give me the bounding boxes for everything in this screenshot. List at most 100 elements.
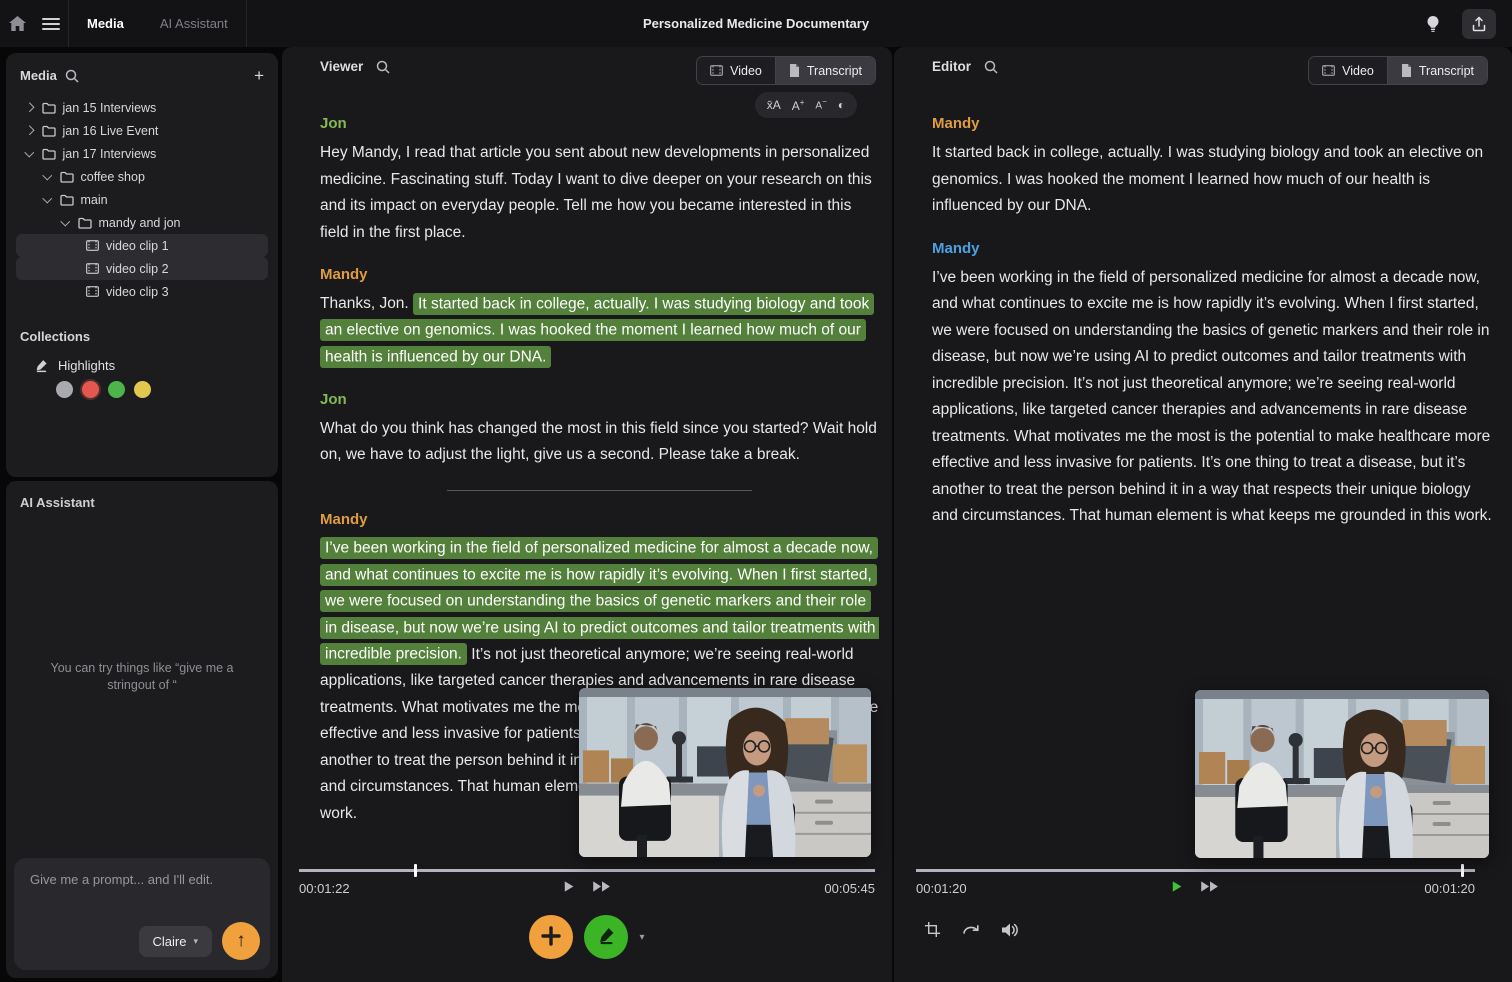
highlight-color-dot-4[interactable] <box>134 381 151 398</box>
speaker-label[interactable]: Mandy <box>320 511 879 528</box>
tab-media[interactable]: Media <box>69 0 142 47</box>
viewer-actions: ▾ <box>282 915 892 959</box>
chevron-down-icon[interactable] <box>61 216 70 225</box>
highlight-options-button[interactable]: ▾ <box>639 932 644 943</box>
search-icon[interactable] <box>65 69 79 83</box>
swap-icon <box>961 921 981 943</box>
crop-button[interactable] <box>924 921 941 943</box>
plus-icon: + <box>254 66 264 85</box>
export-button[interactable] <box>1462 9 1496 39</box>
home-button[interactable] <box>0 0 34 47</box>
chevron-right-icon[interactable] <box>25 103 34 112</box>
editor-panel: Editor Video Transcript <box>894 47 1512 982</box>
search-icon[interactable] <box>376 60 390 74</box>
media-clip-video-clip-3[interactable]: video clip 3 <box>16 280 268 303</box>
viewer-video-tab[interactable]: Video <box>697 57 775 84</box>
highlight-color-dot-1[interactable] <box>56 381 73 398</box>
chevron-down-icon[interactable] <box>43 170 52 179</box>
editor-video-thumbnail[interactable] <box>1195 690 1489 858</box>
tree-item-label: jan 15 Interviews <box>63 101 157 115</box>
paragraph-divider <box>447 490 752 491</box>
play-icon <box>562 880 575 896</box>
fast-forward-icon <box>1200 880 1221 896</box>
film-icon <box>1322 65 1335 76</box>
media-folder-mandy-and-jon[interactable]: mandy and jon <box>16 211 268 234</box>
transcript-paragraph[interactable]: Jon What do you think has changed the mos… <box>320 391 879 469</box>
transcript-text[interactable]: What do you think has changed the most i… <box>320 416 879 469</box>
volume-button[interactable] <box>1001 922 1020 943</box>
highlight-button[interactable] <box>584 915 628 959</box>
media-clip-video-clip-1[interactable]: video clip 1 <box>16 234 268 257</box>
collection-item-highlights[interactable]: Highlights <box>20 358 264 373</box>
editor-transcript-tab-label: Transcript <box>1419 64 1474 78</box>
collections-section: Collections Highlights <box>6 303 278 398</box>
transcript-text[interactable]: Thanks, Jon. It started back in college,… <box>320 291 879 371</box>
chevron-right-icon[interactable] <box>25 126 34 135</box>
media-folder-coffee-shop[interactable]: coffee shop <box>16 165 268 188</box>
menu-button[interactable] <box>34 0 68 47</box>
media-folder-jan-17-interviews[interactable]: jan 17 Interviews <box>16 142 268 165</box>
viewer-playhead[interactable] <box>414 864 417 877</box>
transcript-text[interactable]: It started back in college, actually. I … <box>932 140 1499 220</box>
highlight-color-dot-3[interactable] <box>108 381 125 398</box>
media-panel-header: Media + <box>6 53 278 94</box>
chevron-down-icon[interactable] <box>43 193 52 202</box>
editor-header: Editor <box>932 59 998 74</box>
speaker-label[interactable]: Jon <box>320 115 879 132</box>
plain-text[interactable]: Thanks, Jon. <box>320 295 413 312</box>
plain-text[interactable]: I’ve been working in the field of person… <box>932 269 1492 525</box>
media-panel-title: Media <box>20 68 57 83</box>
document-icon <box>1401 64 1412 77</box>
editor-play-button[interactable] <box>1170 880 1183 896</box>
media-folder-jan-15-interviews[interactable]: jan 15 Interviews <box>16 96 268 119</box>
plain-text[interactable]: What do you think has changed the most i… <box>320 420 877 464</box>
media-panel: Media + jan 15 Interviews jan 16 Live Eve… <box>6 53 278 477</box>
media-folder-jan-16-live-event[interactable]: jan 16 Live Event <box>16 119 268 142</box>
viewer-fast-forward-button[interactable] <box>592 880 613 896</box>
editor-progress-bar[interactable] <box>916 869 1475 872</box>
viewer-header: Viewer <box>320 59 390 74</box>
transcript-paragraph[interactable]: Jon Hey Mandy, I read that article you se… <box>320 115 879 246</box>
speaker-label[interactable]: Mandy <box>932 240 1499 257</box>
replace-clip-button[interactable] <box>961 921 981 943</box>
ai-prompt-input[interactable]: Give me a prompt... and I'll edit. Clair… <box>14 858 270 970</box>
app-window: Media AI Assistant Personalized Medicine… <box>0 0 1512 982</box>
viewer-transcript-tab-label: Transcript <box>807 64 862 78</box>
transcript-paragraph[interactable]: Mandy I’ve been working in the field of p… <box>932 240 1499 530</box>
highlighter-icon <box>34 358 49 373</box>
search-icon[interactable] <box>984 60 998 74</box>
add-to-editor-button[interactable] <box>529 915 573 959</box>
film-icon <box>86 240 99 251</box>
highlighter-icon <box>597 926 616 948</box>
plain-text[interactable]: It started back in college, actually. I … <box>932 144 1483 214</box>
tree-item-label: coffee shop <box>81 170 145 184</box>
media-clip-video-clip-2[interactable]: video clip 2 <box>16 257 268 280</box>
viewer-play-button[interactable] <box>562 880 575 896</box>
transcript-paragraph[interactable]: Mandy It started back in college, actuall… <box>932 115 1499 220</box>
transcript-text[interactable]: I’ve been working in the field of person… <box>932 265 1499 530</box>
editor-video-tab[interactable]: Video <box>1309 57 1387 84</box>
folder-icon <box>42 125 56 137</box>
speaker-label[interactable]: Mandy <box>932 115 1499 132</box>
speaker-label[interactable]: Mandy <box>320 266 879 283</box>
highlight-color-dot-2[interactable] <box>82 381 99 398</box>
plain-text[interactable]: Hey Mandy, I read that article you sent … <box>320 144 872 241</box>
viewer-transcript-tab[interactable]: Transcript <box>775 57 875 84</box>
speaker-label[interactable]: Jon <box>320 391 879 408</box>
editor-transcript-tab[interactable]: Transcript <box>1387 57 1487 84</box>
collections-title: Collections <box>20 329 264 344</box>
tips-button[interactable] <box>1416 15 1450 33</box>
viewer-progress-bar[interactable] <box>299 869 875 872</box>
editor-fast-forward-button[interactable] <box>1200 880 1221 896</box>
transcript-text[interactable]: Hey Mandy, I read that article you sent … <box>320 140 879 246</box>
viewer-video-thumbnail[interactable] <box>579 688 871 857</box>
voice-select-button[interactable]: Claire ▾ <box>139 926 213 957</box>
send-prompt-button[interactable]: ↑ <box>222 922 260 960</box>
chevron-down-icon[interactable] <box>25 147 34 156</box>
editor-playhead[interactable] <box>1461 864 1464 877</box>
transcript-paragraph[interactable]: Mandy Thanks, Jon. It started back in col… <box>320 266 879 371</box>
add-media-button[interactable]: + <box>254 67 264 84</box>
tree-item-label: jan 16 Live Event <box>63 124 159 138</box>
tab-ai-assistant[interactable]: AI Assistant <box>142 0 246 47</box>
media-folder-main[interactable]: main <box>16 188 268 211</box>
